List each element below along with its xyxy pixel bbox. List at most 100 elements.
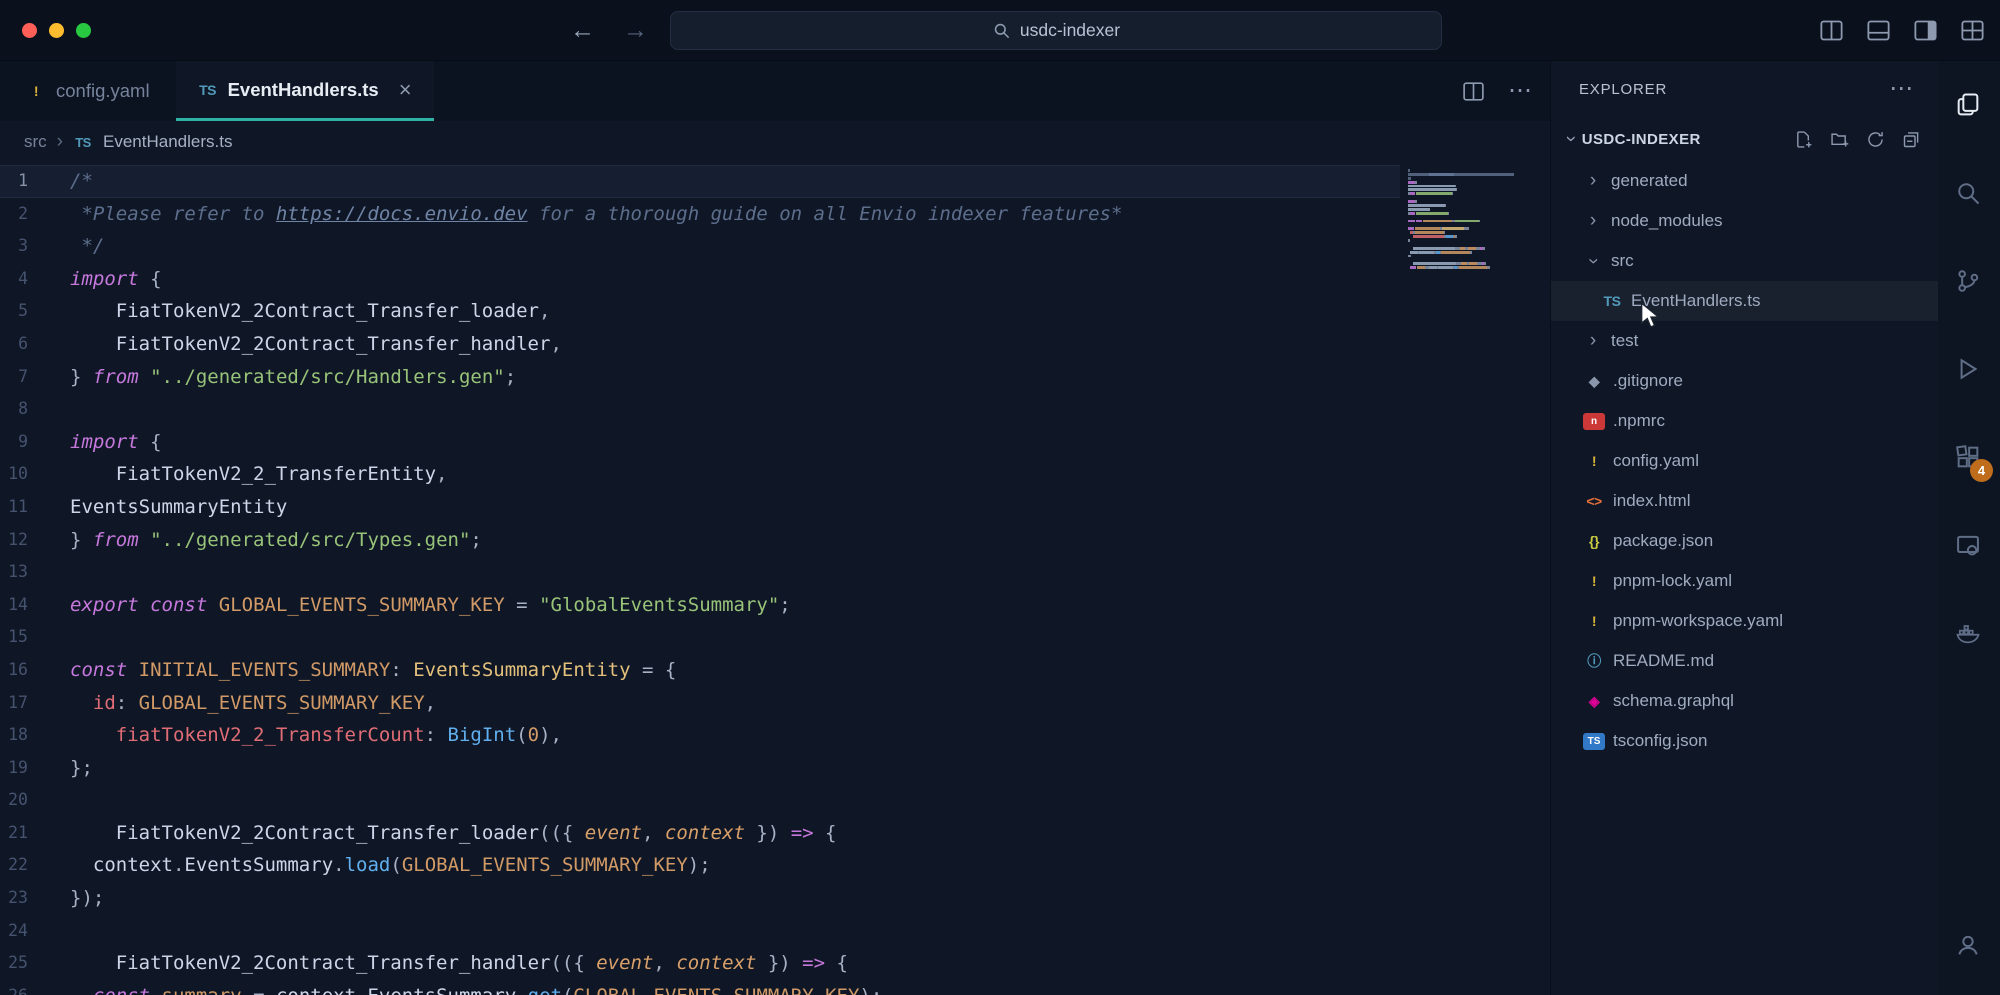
code-token: https://docs.envio.dev (276, 203, 528, 225)
close-tab-icon[interactable]: × (399, 77, 412, 103)
explorer-view-icon[interactable] (1954, 91, 1984, 121)
code-line[interactable]: 21 FiatTokenV2_2Contract_Transfer_loader… (0, 817, 1400, 850)
code-line[interactable]: 8 (0, 393, 1400, 426)
code-line[interactable]: 1/* (0, 165, 1400, 198)
line-number: 17 (0, 687, 70, 720)
code-line[interactable]: 14export const GLOBAL_EVENTS_SUMMARY_KEY… (0, 589, 1400, 622)
explorer-more-actions-icon[interactable]: ⋯ (1889, 77, 1914, 101)
search-view-icon[interactable] (1954, 179, 1984, 209)
code-line[interactable]: 12} from "../generated/src/Types.gen"; (0, 524, 1400, 557)
minimap[interactable] (1408, 169, 1532, 270)
code-token: { (139, 268, 162, 290)
code-token: EventsSummary (367, 985, 516, 995)
code-line[interactable]: 10 FiatTokenV2_2_TransferEntity, (0, 458, 1400, 491)
code-token: }; (70, 757, 93, 779)
editor[interactable]: 1/*2 *Please refer to https://docs.envio… (0, 163, 1550, 995)
code-line[interactable]: 5 FiatTokenV2_2Contract_Transfer_loader, (0, 295, 1400, 328)
code-token: = (242, 985, 276, 995)
code-text: import { (70, 426, 162, 459)
explorer-item-node_modules[interactable]: ›node_modules (1551, 201, 1938, 241)
code-token: . (356, 985, 367, 995)
zoom-window-button[interactable] (76, 23, 91, 38)
live-preview-icon[interactable] (1954, 531, 1984, 561)
explorer-item-schema.graphql[interactable]: ◈schema.graphql (1551, 681, 1938, 721)
code-line[interactable]: 4import { (0, 263, 1400, 296)
toggle-panel-icon[interactable] (1865, 17, 1892, 44)
code-line[interactable]: 24 (0, 915, 1400, 948)
code-line[interactable]: 15 (0, 621, 1400, 654)
code-line[interactable]: 13 (0, 556, 1400, 589)
explorer-item-index.html[interactable]: <>index.html (1551, 481, 1938, 521)
code-line[interactable]: 19}; (0, 752, 1400, 785)
refresh-explorer-icon[interactable] (1865, 129, 1886, 150)
code-token: get (528, 985, 562, 995)
code-token: import (70, 431, 139, 453)
toggle-secondary-sidebar-icon[interactable] (1912, 17, 1939, 44)
code-line[interactable]: 11EventsSummaryEntity (0, 491, 1400, 524)
back-icon[interactable]: ← (570, 16, 595, 45)
code-line[interactable]: 25 FiatTokenV2_2Contract_Transfer_handle… (0, 947, 1400, 980)
forward-icon[interactable]: → (623, 16, 648, 45)
docker-icon[interactable] (1954, 619, 1984, 649)
explorer-item-generated[interactable]: ›generated (1551, 161, 1938, 201)
code-line[interactable]: 16const INITIAL_EVENTS_SUMMARY: EventsSu… (0, 654, 1400, 687)
code-line[interactable]: 18 fiatTokenV2_2_TransferCount: BigInt(0… (0, 719, 1400, 752)
json-file-icon: {} (1583, 533, 1605, 549)
line-number: 24 (0, 915, 70, 948)
extensions-icon[interactable]: 4 (1954, 443, 1984, 473)
explorer-item-pnpm-lock.yaml[interactable]: !pnpm-lock.yaml (1551, 561, 1938, 601)
code-line[interactable]: 22 context.EventsSummary.load(GLOBAL_EVE… (0, 849, 1400, 882)
explorer-item-label: .gitignore (1613, 371, 1683, 391)
code-line[interactable]: 26 const summary = context.EventsSummary… (0, 980, 1400, 995)
accounts-icon[interactable] (1954, 931, 1984, 961)
explorer-item-config.yaml[interactable]: !config.yaml (1551, 441, 1938, 481)
code-line[interactable]: 23}); (0, 882, 1400, 915)
code-area: 1/*2 *Please refer to https://docs.envio… (0, 165, 1400, 995)
code-line[interactable]: 6 FiatTokenV2_2Contract_Transfer_handler… (0, 328, 1400, 361)
breadcrumb-folder[interactable]: src (24, 132, 47, 152)
tab-EventHandlers.ts[interactable]: TSEventHandlers.ts× (176, 61, 434, 121)
code-line[interactable]: 7} from "../generated/src/Handlers.gen"; (0, 361, 1400, 394)
editor-more-actions-icon[interactable]: ⋯ (1508, 79, 1532, 103)
explorer-item-.gitignore[interactable]: ◆.gitignore (1551, 361, 1938, 401)
code-text: FiatTokenV2_2_TransferEntity, (70, 458, 448, 491)
explorer-item-package.json[interactable]: {}package.json (1551, 521, 1938, 561)
editor-actions: ⋯ (1461, 61, 1532, 121)
explorer-item-EventHandlers.ts[interactable]: TSEventHandlers.ts (1551, 281, 1938, 321)
code-token: FiatTokenV2_2Contract_Transfer_handler (116, 952, 551, 974)
code-line[interactable]: 17 id: GLOBAL_EVENTS_SUMMARY_KEY, (0, 687, 1400, 720)
customize-layout-icon[interactable] (1959, 17, 1986, 44)
explorer-item-test[interactable]: ›test (1551, 321, 1938, 361)
explorer-item-label: src (1611, 251, 1634, 271)
close-window-button[interactable] (22, 23, 37, 38)
minimize-window-button[interactable] (49, 23, 64, 38)
explorer-item-src[interactable]: ›src (1551, 241, 1938, 281)
project-root-row[interactable]: › USDC-INDEXER (1551, 117, 1938, 161)
breadcrumb-file[interactable]: EventHandlers.ts (103, 132, 232, 152)
run-debug-icon[interactable] (1954, 355, 1984, 385)
line-number: 4 (0, 263, 70, 296)
ts-file-icon: TS (1601, 293, 1623, 309)
code-line[interactable]: 3 */ (0, 230, 1400, 263)
collapse-folders-icon[interactable] (1901, 129, 1922, 150)
code-line[interactable]: 9import { (0, 426, 1400, 459)
tab-config.yaml[interactable]: !config.yaml (0, 61, 176, 121)
split-editor-icon[interactable] (1818, 17, 1845, 44)
code-token: event (585, 822, 642, 844)
explorer-item-label: pnpm-workspace.yaml (1613, 611, 1783, 631)
new-file-icon[interactable] (1793, 129, 1814, 150)
code-line[interactable]: 2 *Please refer to https://docs.envio.de… (0, 198, 1400, 231)
new-folder-icon[interactable] (1829, 129, 1850, 150)
explorer-item-label: index.html (1613, 491, 1690, 511)
command-center-search[interactable]: usdc-indexer (670, 11, 1442, 50)
code-line[interactable]: 20 (0, 784, 1400, 817)
explorer-item-tsconfig.json[interactable]: TStsconfig.json (1551, 721, 1938, 761)
explorer-item-README.md[interactable]: ⓘREADME.md (1551, 641, 1938, 681)
code-token: ( (390, 854, 401, 876)
explorer-item-pnpm-workspace.yaml[interactable]: !pnpm-workspace.yaml (1551, 601, 1938, 641)
source-control-icon[interactable] (1954, 267, 1984, 297)
code-token: ); (688, 854, 711, 876)
explorer-item-.npmrc[interactable]: n.npmrc (1551, 401, 1938, 441)
explorer-item-label: README.md (1613, 651, 1714, 671)
split-editor-icon[interactable] (1461, 79, 1486, 104)
